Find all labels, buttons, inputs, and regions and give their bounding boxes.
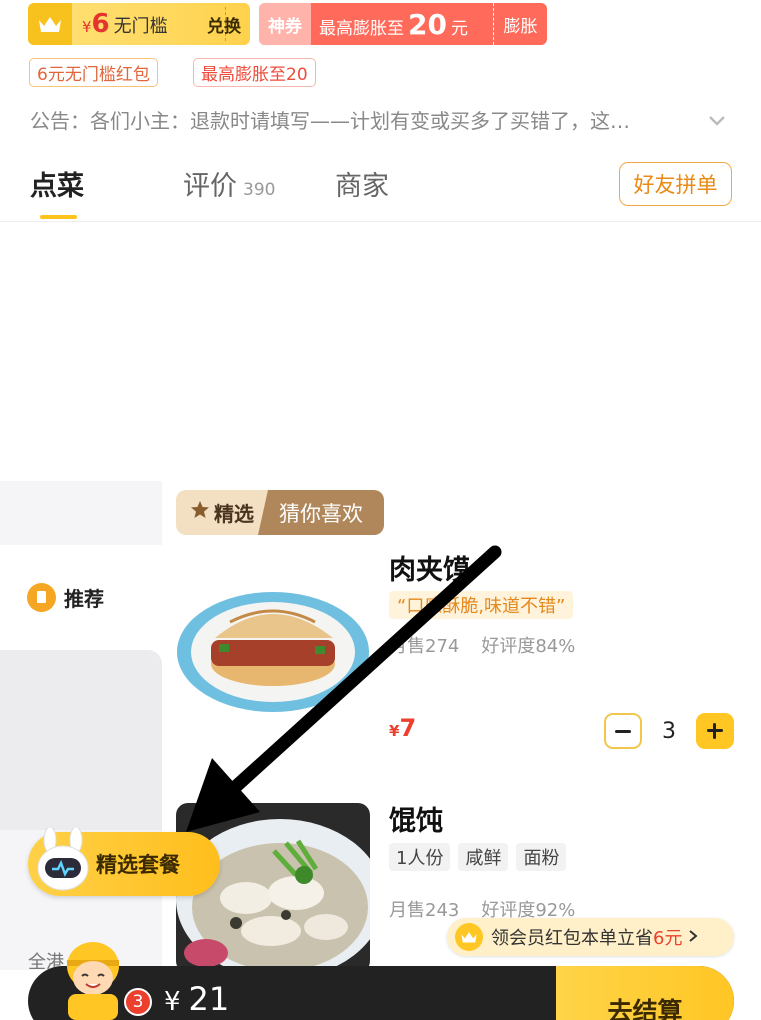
robot-icon xyxy=(34,826,92,894)
coupon-amount: ¥ 6 无门槛 xyxy=(82,9,168,39)
dish-tag: 面粉 xyxy=(516,843,567,871)
tab-review[interactable]: 评价 390 xyxy=(183,164,275,203)
quantity-value: 3 xyxy=(662,718,676,744)
recommend-icon xyxy=(27,583,56,612)
sidebar-item-recommend[interactable]: 推荐 xyxy=(0,545,162,650)
guess-you-like-label: 猜你喜欢 xyxy=(258,490,384,535)
coupon-tag: 神券 xyxy=(259,3,311,45)
minus-icon[interactable] xyxy=(604,713,642,749)
announcement-text: 公告：各们小主：退款时请填写——计划有变或买多了买错了，这… xyxy=(30,109,630,133)
courier-icon[interactable] xyxy=(56,938,130,1020)
dish-image-roujiamo[interactable] xyxy=(175,580,371,716)
section-badge: 精选 猜你喜欢 xyxy=(176,490,384,535)
star-icon xyxy=(190,500,210,525)
sidebar-category-blank[interactable] xyxy=(0,481,162,545)
set-meal-button[interactable]: 精选套餐 xyxy=(28,826,220,896)
set-meal-label: 精选套餐 xyxy=(96,853,180,877)
chevron-down-icon[interactable] xyxy=(708,108,726,132)
member-redpacket-banner[interactable]: 领会员红包本单立省 6元 xyxy=(447,918,734,956)
cart-count-badge: 3 xyxy=(124,988,152,1016)
inflate-button[interactable]: 膨胀 xyxy=(493,3,547,45)
featured-label: 精选 xyxy=(176,490,268,535)
tab-merchant[interactable]: 商家 xyxy=(335,164,389,203)
monthly-sales: 月售243 xyxy=(389,900,460,921)
dish-name[interactable]: 馄饨 xyxy=(389,799,443,838)
plus-icon[interactable] xyxy=(696,713,734,749)
dish-review-quote: “口感酥脆,味道不错” xyxy=(389,591,574,619)
inflate-coupon[interactable]: 神券 最高膨胀至 20 元 膨胀 xyxy=(259,3,547,45)
dish-tags: 1人份 咸鲜 面粉 xyxy=(389,843,567,871)
quantity-stepper[interactable]: 3 xyxy=(604,712,734,750)
group-order-button[interactable]: 好友拼单 xyxy=(619,162,732,206)
exchange-button[interactable]: 兑换 xyxy=(198,3,250,45)
sidebar-item-label: 推荐 xyxy=(64,587,104,611)
monthly-sales: 月售274 xyxy=(389,636,460,657)
rating: 好评度84% xyxy=(481,636,576,657)
coupon-pill: 6元无门槛红包 xyxy=(29,58,158,87)
tab-order[interactable]: 点菜 xyxy=(30,164,84,203)
cart-total: ¥21 xyxy=(164,980,230,1018)
inflate-pill: 最高膨胀至20 xyxy=(193,58,316,87)
active-tab-indicator xyxy=(40,215,77,219)
tabs-divider xyxy=(0,221,761,222)
dish-tag: 1人份 xyxy=(389,843,451,871)
no-threshold-coupon[interactable]: ¥ 6 无门槛 兑换 xyxy=(28,3,250,45)
banner-amount: 6元 xyxy=(653,928,683,949)
dish-stats: 月售274 好评度84% xyxy=(389,632,575,658)
dish-price: ¥7 xyxy=(389,714,417,742)
dish-tag: 咸鲜 xyxy=(458,843,509,871)
checkout-button[interactable]: 去结算 xyxy=(556,966,734,1020)
dish-name[interactable]: 肉夹馍 xyxy=(389,548,470,587)
crown-icon xyxy=(28,3,72,45)
crown-icon xyxy=(455,923,483,951)
chevron-right-icon xyxy=(688,927,699,948)
review-count: 390 xyxy=(243,180,276,200)
banner-text: 领会员红包本单立省 xyxy=(491,928,653,949)
sidebar-category-selected[interactable] xyxy=(0,650,162,830)
coupon-text: 最高膨胀至 20 元 xyxy=(319,7,468,41)
announcement[interactable]: 公告：各们小主：退款时请填写——计划有变或买多了买错了，这… xyxy=(30,105,740,134)
